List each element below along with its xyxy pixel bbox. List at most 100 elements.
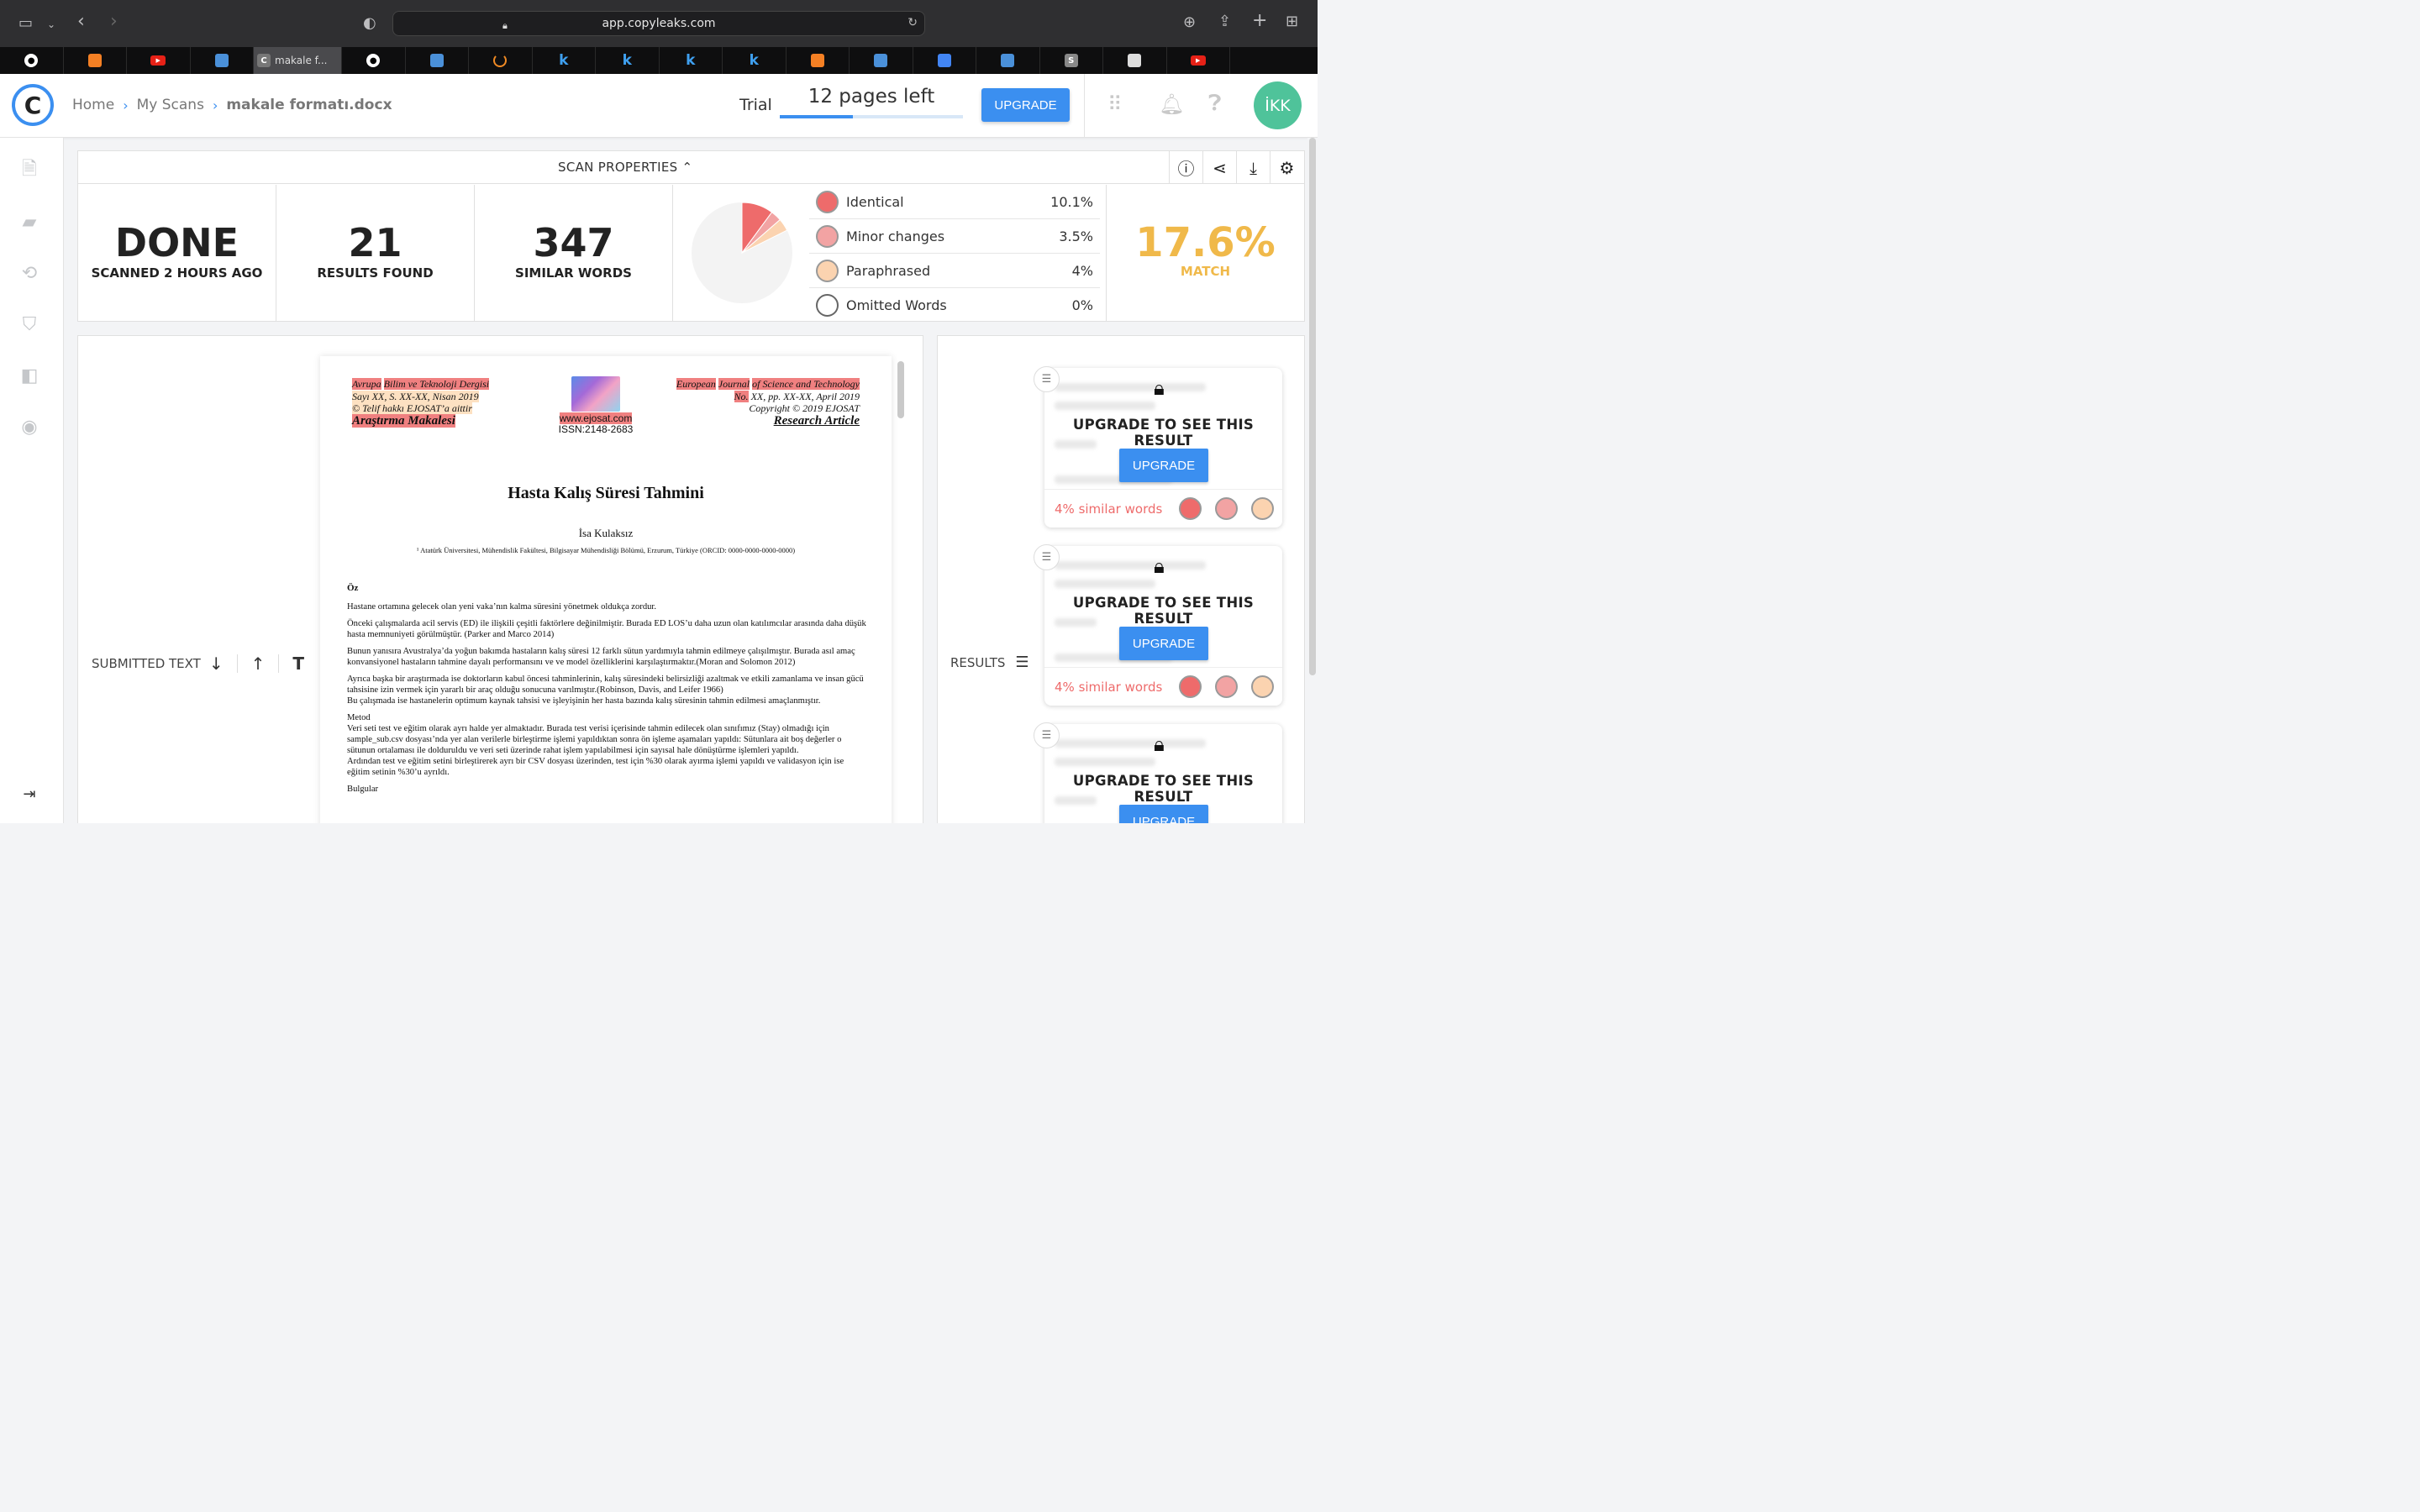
browser-tab[interactable] (406, 47, 469, 74)
upgrade-button[interactable]: UPGRADE (981, 88, 1070, 122)
browser-tab[interactable] (850, 47, 913, 74)
legend-row[interactable]: Identical 10.1% (809, 185, 1100, 219)
result-card[interactable]: 🔒︎ UPGRADE TO SEE THIS RESULT UPGRADE 4% si… (1044, 546, 1282, 706)
match-type-dot[interactable] (1251, 497, 1274, 520)
browser-tab[interactable]: k (660, 47, 723, 74)
result-select-icon[interactable]: ☰ (1034, 722, 1060, 748)
upgrade-button[interactable]: UPGRADE (1119, 449, 1208, 482)
address-bar[interactable]: 🔒︎ app.copyleaks.com ↻ (392, 11, 925, 36)
download-icon[interactable]: ⊕ (1183, 14, 1196, 31)
result-select-icon[interactable]: ☰ (1034, 366, 1060, 392)
share-icon[interactable]: ⇪ (1218, 13, 1231, 30)
page-scrollbar-thumb[interactable] (1309, 138, 1316, 675)
browser-tab[interactable]: ▶ (1167, 47, 1230, 74)
match-type-dot[interactable] (1215, 497, 1238, 520)
browser-tab[interactable]: ● (342, 47, 406, 74)
browser-tab[interactable]: k (723, 47, 786, 74)
match-type-dot[interactable] (1215, 675, 1238, 698)
avatar[interactable]: İKK (1254, 81, 1302, 129)
trial-label: Trial (739, 96, 772, 114)
browser-tab[interactable] (191, 47, 254, 74)
document-paragraph: Bunun yanısıra Avustralya’da yoğun bakım… (347, 647, 855, 667)
back-icon[interactable]: ‹ (77, 13, 85, 31)
browser-tab[interactable]: S (1040, 47, 1103, 74)
expand-sidebar-icon[interactable]: ⇥ (18, 783, 40, 805)
browser-tab[interactable]: Cmakale f... (254, 47, 342, 74)
legend-label: Minor changes (846, 228, 945, 244)
shield-icon[interactable]: ◐ (363, 15, 376, 32)
stackoverflow-icon (810, 54, 824, 67)
browser-tab[interactable] (64, 47, 127, 74)
journal-issue-en: XX, pp. XX-XX, April 2019 (750, 390, 860, 402)
journal-header-left: Avrupa Bilim ve Teknoloji Dergisi Sayı X… (352, 378, 490, 428)
breadcrumb-home[interactable]: Home (72, 97, 114, 113)
browser-tab[interactable] (469, 47, 533, 74)
tab-bar: ● ▶ Cmakale f... ● k k k k S ▶ (0, 47, 1318, 74)
results-panel: RESULTS ☰ ☰ 🔒︎ UPGRADE TO SEE THIS RESULT U… (937, 335, 1305, 823)
legend-row[interactable]: Omitted Words 0% (809, 288, 1100, 323)
result-card-footer: 4% similar words (1044, 489, 1282, 528)
forward-icon[interactable]: › (110, 13, 118, 31)
legend-percent: 0% (1071, 297, 1093, 313)
match-type-dot[interactable] (1251, 675, 1274, 698)
legend-label: Omitted Words (846, 297, 947, 313)
copyleaks-logo[interactable]: C (12, 84, 54, 126)
help-circle-icon[interactable]: ⓘ (1169, 151, 1202, 184)
history-icon[interactable]: ⟲ (18, 262, 40, 284)
browser-tab[interactable] (976, 47, 1040, 74)
text-format-icon[interactable]: T (292, 654, 304, 674)
upgrade-button[interactable]: UPGRADE (1119, 627, 1208, 660)
browser-tab[interactable] (913, 47, 976, 74)
page-scrollbar[interactable] (1307, 138, 1318, 823)
new-tab-icon[interactable]: + (1252, 12, 1267, 30)
reload-icon[interactable]: ↻ (908, 16, 918, 29)
browser-tab[interactable]: k (596, 47, 660, 74)
submitted-text-label: SUBMITTED TEXT (92, 656, 201, 671)
results-label: RESULTS FOUND (317, 265, 434, 281)
tab-overview-icon[interactable]: ⊞ (1286, 13, 1298, 30)
document-page: Avrupa Bilim ve Teknoloji Dergisi Sayı X… (320, 356, 892, 823)
breadcrumb-my-scans[interactable]: My Scans (137, 97, 204, 113)
submitted-text-panel: SUBMITTED TEXT ↓ ↑ T Avrupa Bilim ve Tek… (77, 335, 923, 823)
help-icon[interactable]: ❓︎ (1208, 91, 1222, 117)
share-icon[interactable]: ⋖ (1202, 151, 1236, 184)
browser-tab[interactable] (786, 47, 850, 74)
browser-tab[interactable]: k (533, 47, 596, 74)
browser-tab[interactable]: ● (0, 47, 64, 74)
arrow-down-icon[interactable]: ↓ (209, 654, 224, 674)
folder-star-icon[interactable]: ▰ (18, 211, 40, 233)
legend-percent: 3.5% (1059, 228, 1093, 244)
result-card[interactable]: 🔒︎ UPGRADE TO SEE THIS RESULT UPGRADE 4% si… (1044, 368, 1282, 528)
legend-percent: 4% (1071, 262, 1093, 279)
result-select-icon[interactable]: ☰ (1034, 544, 1060, 570)
match-type-dot[interactable] (1179, 675, 1202, 698)
loader-icon (493, 54, 508, 67)
match-type-dot[interactable] (1179, 497, 1202, 520)
scan-properties-toggle[interactable]: SCAN PROPERTIES ⌃ (558, 160, 692, 175)
chevron-down-icon[interactable]: ⌄ (47, 16, 55, 33)
browser-tab[interactable] (1103, 47, 1167, 74)
legend-row[interactable]: Minor changes 3.5% (809, 219, 1100, 254)
compass-icon[interactable]: ◉ (18, 416, 40, 438)
browser-tab[interactable]: ▶ (127, 47, 191, 74)
sidebar-toggle-icon[interactable]: ▭ (18, 15, 33, 32)
shield-icon[interactable]: ⛉ (18, 313, 40, 335)
chevron-right-icon: › (123, 97, 129, 113)
blurred-placeholder (1055, 383, 1206, 391)
legend-row[interactable]: Paraphrased 4% (809, 254, 1100, 288)
lock-icon: 🔒︎ (502, 20, 508, 31)
legend-dot (816, 294, 839, 317)
upgrade-button[interactable]: UPGRADE (1119, 805, 1208, 823)
document-scrollbar[interactable] (897, 361, 904, 418)
document-author: İsa Kulaksız (578, 527, 634, 539)
filter-icon[interactable]: ☰ (1015, 654, 1028, 671)
compare-icon[interactable]: ◧ (18, 365, 40, 386)
result-card[interactable]: 🔒︎ UPGRADE TO SEE THIS RESULT UPGRADE (1044, 724, 1282, 823)
settings-gear-icon[interactable]: ⚙ (1270, 151, 1303, 184)
arrow-up-icon[interactable]: ↑ (251, 654, 266, 674)
browser-toolbar: ▭ ⌄ ‹ › ◐ 🔒︎ app.copyleaks.com ↻ ⊕ ⇪ + ⊞ (0, 0, 1318, 47)
apps-grid-icon[interactable]: ⠿ (1107, 92, 1123, 116)
bell-icon[interactable]: 🔔︎ (1159, 92, 1184, 116)
new-scan-icon[interactable]: 🗎 (18, 159, 40, 181)
download-icon[interactable]: ⤓ (1236, 151, 1270, 184)
